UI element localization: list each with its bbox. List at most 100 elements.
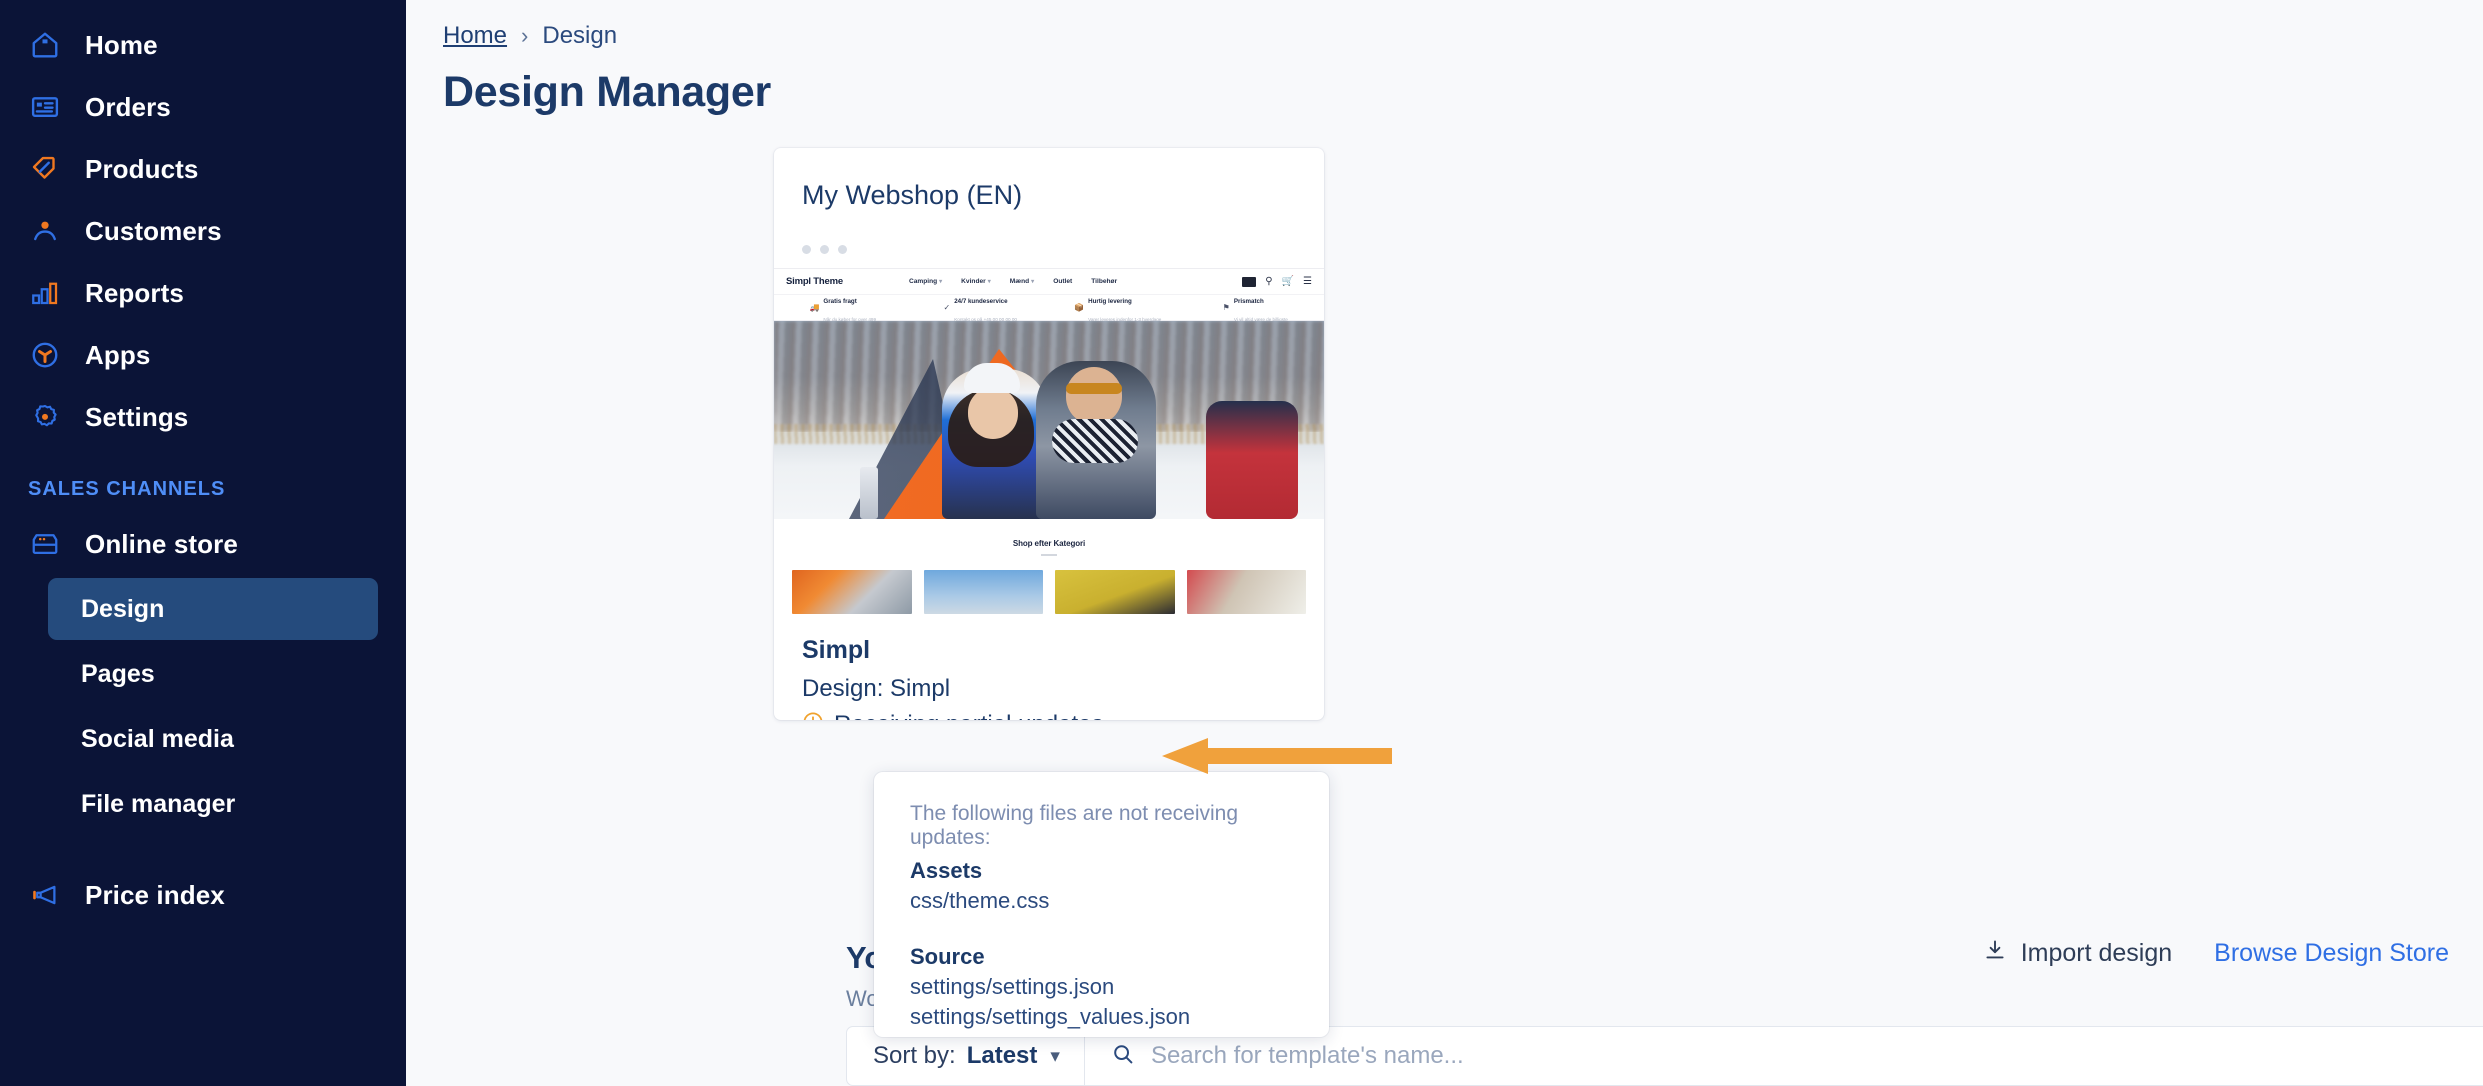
sort-by-label: Sort by: <box>873 1042 956 1069</box>
sidebar-item-products[interactable]: Products <box>0 138 406 200</box>
usp-title: Prismatch <box>1233 297 1264 305</box>
dot <box>838 245 847 254</box>
search-icon: ⚲ <box>1265 275 1273 287</box>
preview-topbar-icons: ⚲ 🛒 ☰ <box>1242 275 1312 287</box>
sidebar-subitem-label: Design <box>81 594 165 623</box>
sidebar-item-design[interactable]: Design <box>48 578 378 640</box>
import-design-button[interactable]: Import design <box>1983 938 2172 969</box>
theme-title: Simpl <box>802 635 871 664</box>
sidebar-item-label: Reports <box>85 277 184 308</box>
sidebar-item-label: Online store <box>85 528 238 559</box>
preview-nav-item: Outlet <box>1053 278 1073 285</box>
sidebar-item-label: Settings <box>85 401 189 432</box>
badge-icon: ⚑ <box>1222 303 1230 312</box>
sidebar-subitem-label: Pages <box>81 659 155 688</box>
theme-card[interactable]: My Webshop (EN) Simpl Theme Camping ▾ Kvi… <box>774 148 1324 720</box>
sidebar-item-pages[interactable]: Pages <box>48 643 378 705</box>
category-heading-text: Shop efter Kategori <box>1012 539 1086 548</box>
online-store-icon <box>28 527 62 561</box>
browse-design-store-link[interactable]: Browse Design Store <box>2214 939 2449 968</box>
breadcrumb: Home › Design <box>443 0 2483 50</box>
sidebar-item-reports[interactable]: Reports <box>0 262 406 324</box>
sort-by-value: Latest <box>966 1042 1038 1069</box>
preview-hero-image <box>774 321 1324 519</box>
partial-updates-popover: The following files are not receiving up… <box>874 772 1329 1037</box>
home-icon <box>28 28 62 62</box>
page-title: Design Manager <box>443 68 771 116</box>
sidebar-section-label: SALES CHANNELS <box>28 478 226 500</box>
cart-icon: 🛒 <box>1281 275 1295 287</box>
category-thumb <box>1055 569 1175 614</box>
preview-nav-menu: Camping ▾ Kvinder ▾ Mænd ▾ Outlet Tilbehør <box>909 278 1117 285</box>
sidebar-item-label: Customers <box>85 215 222 246</box>
browser-dots <box>774 211 1324 254</box>
reports-bar-chart-icon <box>28 276 62 310</box>
breadcrumb-home-link[interactable]: Home <box>443 22 507 50</box>
sidebar-item-customers[interactable]: Customers <box>0 200 406 262</box>
usp-title: Hurtig levering <box>1088 297 1132 305</box>
apps-icon <box>28 338 62 372</box>
preview-nav-item: Camping ▾ <box>908 278 943 285</box>
breadcrumb-separator-icon: › <box>521 23 529 48</box>
box-icon: 📦 <box>1074 303 1085 312</box>
popover-group-heading: Assets <box>910 858 983 883</box>
popover-spacer <box>910 914 1295 936</box>
preview-nav-item: Tilbehør <box>1091 278 1118 285</box>
main-content: Home › Design Design Manager My Webshop … <box>406 0 2483 1086</box>
sidebar-item-label: Orders <box>85 91 171 122</box>
popover-group-heading: Source <box>910 944 985 969</box>
popover-file: settings/settings.json <box>910 974 1115 999</box>
sidebar-item-social-media[interactable]: Social media <box>48 708 378 770</box>
truck-icon: 🚚 <box>809 303 820 312</box>
settings-gear-icon <box>28 400 62 434</box>
search-input[interactable] <box>1150 1042 2483 1070</box>
category-thumb <box>792 569 912 614</box>
status-badge[interactable]: Receiving partial updates <box>802 711 1324 721</box>
dot <box>820 245 829 254</box>
sidebar-item-label: Apps <box>85 339 151 370</box>
sidebar-item-settings[interactable]: Settings <box>0 386 406 448</box>
preview-logo: Simpl Theme <box>786 276 843 287</box>
sidebar-item-label: Home <box>85 29 158 60</box>
sidebar-item-label: Price index <box>85 879 225 910</box>
popover-file: settings/settings_values.json <box>910 1004 1191 1029</box>
design-manager-app: Home Orders Products Customers Reports A… <box>0 0 2483 1086</box>
sidebar-item-apps[interactable]: Apps <box>0 324 406 386</box>
theme-design-label: Design: Simpl <box>802 674 951 702</box>
hamburger-icon: ☰ <box>1303 275 1312 287</box>
warning-icon <box>802 711 824 720</box>
theme-preview[interactable]: Simpl Theme Camping ▾ Kvinder ▾ Mænd ▾ Outl… <box>774 268 1324 614</box>
annotation-arrow <box>1162 736 1392 776</box>
chevron-down-icon: ▾ <box>1050 1045 1060 1067</box>
megaphone-icon <box>28 878 62 912</box>
popover-file: css/theme.css <box>910 888 1050 913</box>
dot <box>802 245 811 254</box>
customers-person-icon <box>28 214 62 248</box>
orders-icon <box>28 90 62 124</box>
preview-nav-item: Kvinder ▾ <box>961 278 991 285</box>
sidebar-item-online-store[interactable]: Online store <box>0 513 406 575</box>
check-icon: ✓ <box>943 303 951 312</box>
sidebar-item-price-index[interactable]: Price index <box>0 864 406 926</box>
import-design-label: Import design <box>2020 939 2173 967</box>
popover-lead: The following files are not receiving up… <box>910 802 1239 849</box>
page-actions: Import design Browse Design Store <box>1983 938 2449 969</box>
sidebar-item-home[interactable]: Home <box>0 14 406 76</box>
preview-usp-bar: 🚚 Gratis fragt Når du køber for over 499… <box>774 295 1324 322</box>
usp-title: Gratis fragt <box>823 297 857 305</box>
status-text: Receiving partial updates <box>834 711 1104 721</box>
sidebar-item-orders[interactable]: Orders <box>0 76 406 138</box>
sidebar-item-file-manager[interactable]: File manager <box>48 773 378 835</box>
main-sidebar: Home Orders Products Customers Reports A… <box>0 0 406 1086</box>
theme-card-footer: Simpl Design: Simpl Receiving partial up… <box>774 614 1324 721</box>
download-icon <box>1983 938 2007 969</box>
search-icon <box>1111 1042 1135 1071</box>
flag-icon <box>1242 276 1257 287</box>
usp-title: 24/7 kundeservice <box>954 297 1008 305</box>
sidebar-subitem-label: Social media <box>81 724 234 753</box>
breadcrumb-current: Design <box>542 22 618 49</box>
products-tag-icon <box>28 152 62 186</box>
sidebar-item-label: Products <box>85 153 199 184</box>
preview-nav-item: Mænd ▾ <box>1009 278 1035 285</box>
